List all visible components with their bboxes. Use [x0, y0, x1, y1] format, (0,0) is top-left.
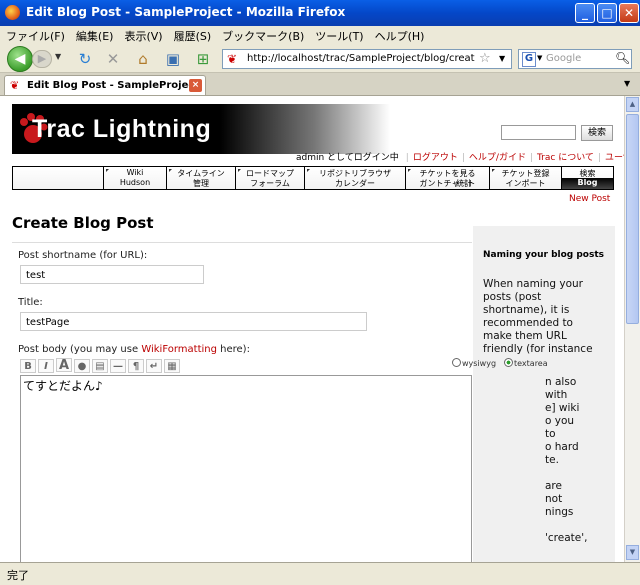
wysiwyg-mode-radio[interactable]: wysiwyg — [452, 358, 496, 368]
trac-search-button[interactable]: 検索 — [581, 125, 613, 141]
vertical-scrollbar[interactable]: ▲ ▼ — [624, 96, 640, 562]
menu-view[interactable]: 表示(V) — [118, 26, 167, 44]
nav-item-timeline[interactable]: タイムライン 管理 — [166, 167, 235, 189]
search-placeholder: Google — [546, 53, 582, 64]
menu-history[interactable]: 履歴(S) — [168, 26, 217, 44]
menu-edit[interactable]: 編集(E) — [70, 26, 119, 44]
scroll-down-icon[interactable]: ▼ — [626, 545, 639, 560]
home-icon[interactable]: ⌂ — [134, 50, 152, 68]
title-label: Title: — [18, 297, 43, 308]
page-content: Trac Lightning 検索 admin としてログイン中 | ログアウト | ヘ… — [0, 96, 624, 562]
status-bar: 完了 — [0, 562, 640, 585]
tab-favicon-icon: ❦ — [10, 79, 20, 92]
code-button[interactable]: ▤ — [92, 359, 108, 373]
post-body-textarea[interactable]: てすとだよん♪ — [20, 375, 472, 562]
web-search-box[interactable]: G ▼ Google 🔍︎ — [518, 49, 632, 69]
tab-label: Edit Blog Post - SampleProject — [27, 80, 200, 91]
status-text: 完了 — [7, 569, 29, 582]
about-trac-link[interactable]: Trac について — [537, 153, 594, 163]
scrollbar-thumb[interactable] — [626, 114, 639, 324]
close-window-button[interactable]: ✕ — [619, 3, 639, 23]
image-button[interactable]: ▦ — [164, 359, 180, 373]
hr-button[interactable]: — — [110, 359, 126, 373]
meta-navigation: admin としてログイン中 | ログアウト | ヘルプ/ガイド | Trac について | ユ… — [296, 150, 624, 163]
nav-item-browse-source[interactable]: リポジトリブラウザ カレンダー — [304, 167, 405, 189]
reload-icon[interactable]: ↻ — [76, 50, 94, 68]
window-title: Edit Blog Post - SampleProject - Mozilla… — [26, 5, 346, 19]
window-titlebar: Edit Blog Post - SampleProject - Mozilla… — [0, 0, 640, 26]
link-button[interactable]: ● — [74, 359, 90, 373]
new-window-icon[interactable]: ▣ — [164, 50, 182, 68]
textarea-mode-radio[interactable]: textarea — [504, 358, 548, 368]
help-guide-link[interactable]: ヘルプ/ガイド — [469, 153, 526, 163]
new-post-link[interactable]: New Post — [569, 194, 610, 204]
logged-in-user: admin としてログイン中 — [296, 153, 399, 163]
menu-file[interactable]: ファイル(F) — [0, 26, 70, 44]
shortname-input[interactable]: test — [20, 265, 204, 284]
maximize-button[interactable]: □ — [597, 3, 617, 23]
preferences-link[interactable]: ユーザ設定 — [605, 153, 624, 163]
body-label: Post body (you may use WikiFormatting he… — [18, 344, 250, 355]
sidebar-paragraph: When naming your posts (post shortname),… — [483, 278, 593, 355]
menu-bar: ファイル(F) 編集(E) 表示(V) 履歴(S) ブックマーク(B) ツール(T) ヘルプ… — [0, 26, 640, 44]
main-navigation: Wiki Hudson タイムライン 管理 ロードマップ フォーラム リポジトリブラウ… — [12, 166, 614, 190]
search-engine-icon[interactable]: G — [522, 52, 536, 67]
wiki-toolbar: B I A ● ▤ — ¶ ↵ ▦ — [20, 358, 210, 374]
history-dropdown-icon[interactable]: ▼ — [55, 52, 61, 61]
page-title: Create Blog Post — [12, 214, 154, 232]
nav-item-new-ticket[interactable]: チケット登録 インポート — [489, 167, 561, 189]
heading-button[interactable]: A — [56, 358, 72, 372]
wiki-formatting-link[interactable]: WikiFormatting — [141, 344, 217, 355]
menu-bookmarks[interactable]: ブックマーク(B) — [216, 26, 309, 44]
stop-icon[interactable]: ✕ — [104, 50, 122, 68]
url-dropdown-icon[interactable]: ▼ — [499, 54, 505, 63]
divider — [12, 242, 472, 243]
help-sidebar: Naming your blog posts When naming your … — [473, 226, 615, 562]
scroll-up-icon[interactable]: ▲ — [626, 97, 639, 112]
sidebar-heading: Naming your blog posts — [483, 250, 605, 260]
trac-search-input[interactable] — [501, 125, 576, 140]
new-tab-icon[interactable]: ⊞ — [194, 50, 212, 68]
trac-logo-text: Trac Lightning — [32, 115, 212, 143]
tab-edit-blog-post[interactable]: ❦ Edit Blog Post - SampleProject × — [4, 75, 206, 95]
linebreak-button[interactable]: ↵ — [146, 359, 162, 373]
url-bar[interactable]: ❦ http://localhost/trac/SampleProject/bl… — [222, 49, 512, 69]
menu-help[interactable]: ヘルプ(H) — [369, 26, 430, 44]
shortname-label: Post shortname (for URL): — [18, 250, 148, 261]
navigation-toolbar: ◀ ▶ ▼ ↻ ✕ ⌂ ▣ ⊞ ❦ http://localhost/trac/… — [0, 44, 640, 73]
nav-item-blog[interactable]: Blog — [561, 178, 613, 189]
tab-list-dropdown-icon[interactable]: ▼ — [624, 79, 630, 88]
menu-tools[interactable]: ツール(T) — [309, 26, 368, 44]
italic-button[interactable]: I — [38, 359, 54, 373]
nav-item-stats[interactable]: 統計 — [439, 167, 489, 189]
nav-item-wiki[interactable]: Wiki Hudson — [103, 167, 166, 189]
search-engine-dropdown-icon[interactable]: ▼ — [537, 54, 542, 62]
logout-link[interactable]: ログアウト — [413, 153, 458, 163]
sidebar-paragraph-tail: n also with e] wiki o you to o hard te. … — [545, 376, 588, 544]
forward-button[interactable]: ▶ — [32, 50, 52, 68]
bookmark-star-icon[interactable]: ☆ — [479, 51, 491, 66]
tab-bar: ❦ Edit Blog Post - SampleProject × ▼ — [0, 73, 640, 96]
url-text: http://localhost/trac/SampleProject/blog… — [247, 53, 475, 64]
tab-close-icon[interactable]: × — [189, 79, 202, 92]
bold-button[interactable]: B — [20, 359, 36, 373]
title-input[interactable]: testPage — [20, 312, 367, 331]
site-favicon-icon: ❦ — [227, 52, 238, 66]
back-button[interactable]: ◀ — [7, 46, 33, 72]
trac-banner[interactable]: Trac Lightning — [12, 104, 390, 154]
nav-item-roadmap[interactable]: ロードマップ フォーラム — [235, 167, 304, 189]
search-icon[interactable]: 🔍︎ — [615, 51, 630, 65]
paragraph-button[interactable]: ¶ — [128, 359, 144, 373]
minimize-button[interactable]: _ — [575, 3, 595, 23]
firefox-icon — [5, 5, 20, 20]
